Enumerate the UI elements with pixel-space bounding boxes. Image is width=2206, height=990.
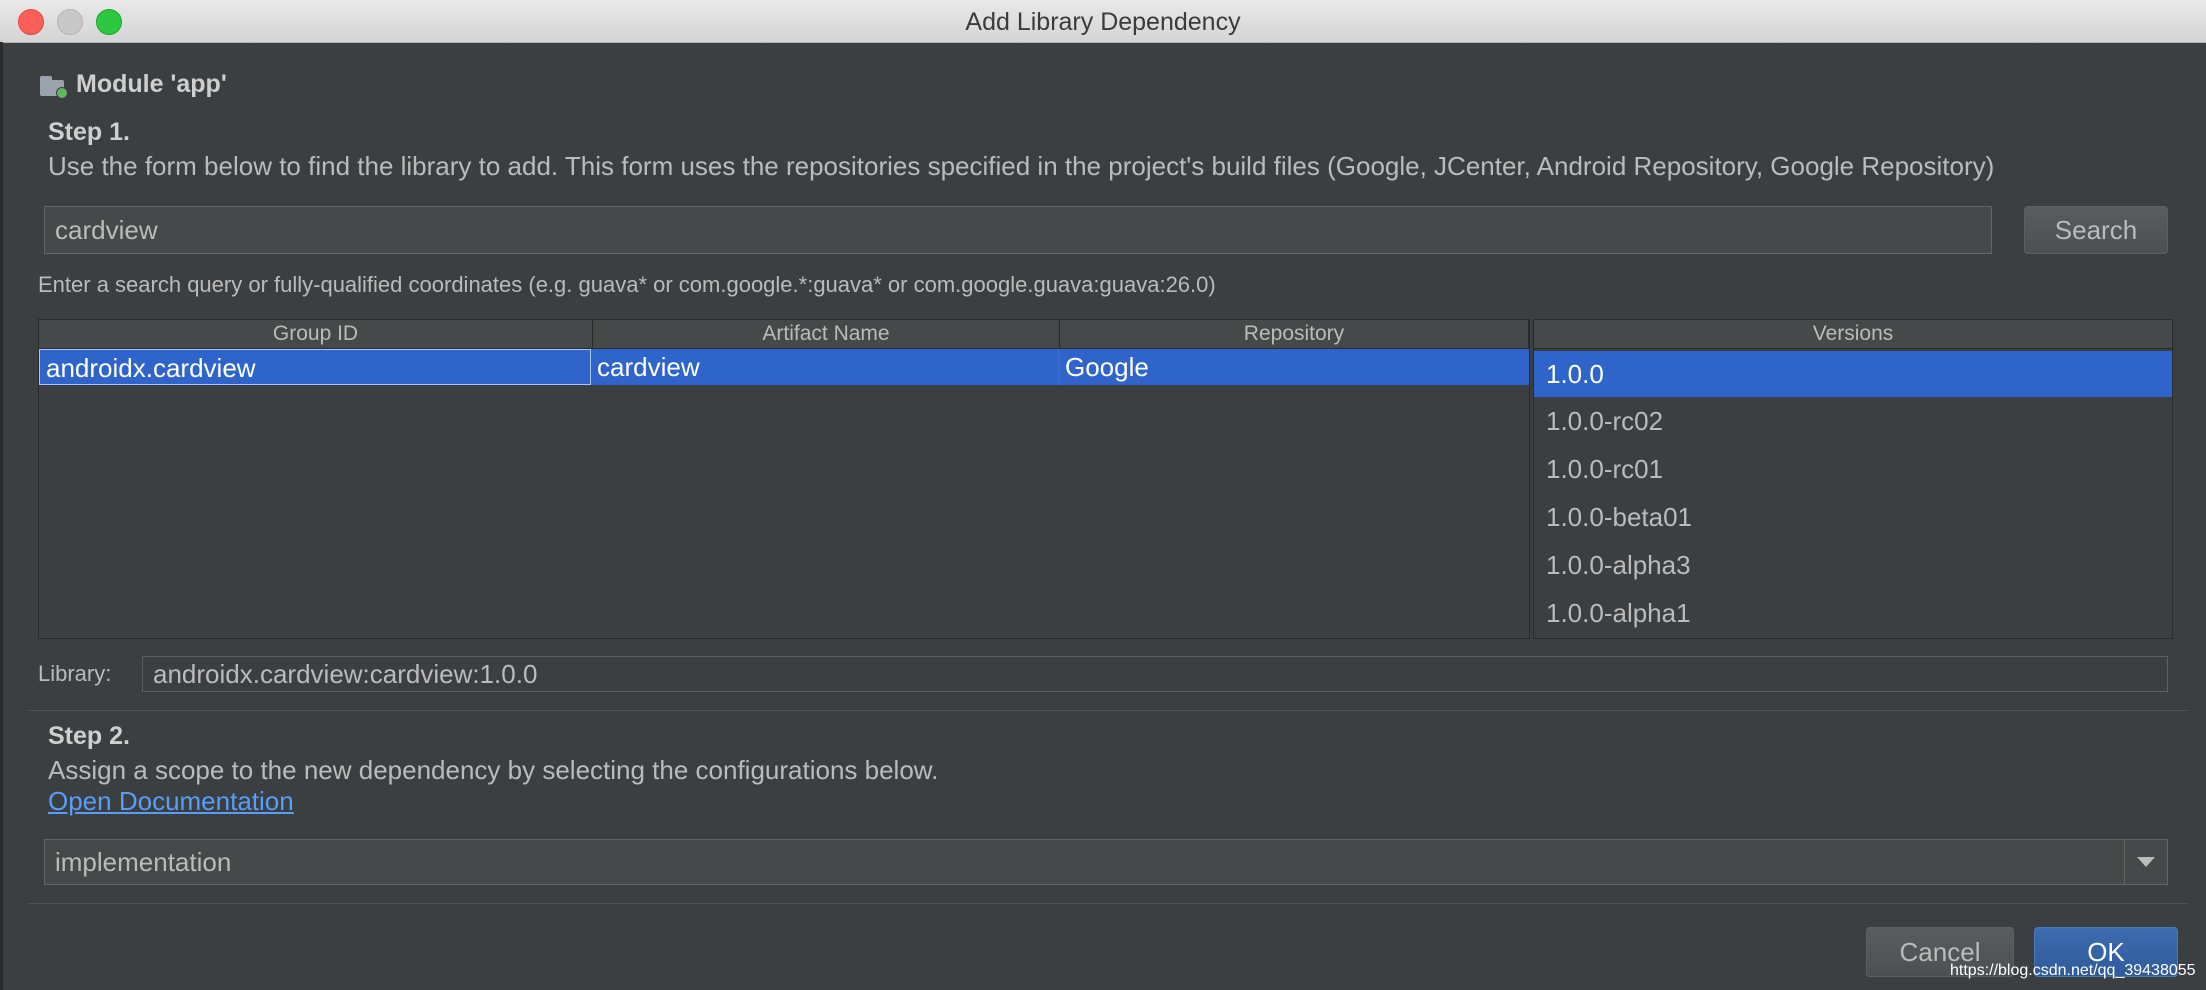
version-item[interactable]: 1.0.0-rc01 [1534, 445, 2172, 493]
search-input-value: cardview [55, 214, 158, 245]
cell-repository[interactable]: Google [1059, 349, 1529, 385]
version-item[interactable]: 1.0.0 [1534, 351, 2172, 397]
module-header: Module 'app' [40, 70, 227, 99]
search-hint: Enter a search query or fully-qualified … [38, 272, 1216, 297]
search-input[interactable]: cardview [44, 206, 1992, 254]
versions-header: Versions [1534, 320, 2172, 349]
open-documentation-link[interactable]: Open Documentation [48, 786, 294, 817]
watermark-text: https://blog.csdn.net/qq_39438055 [1950, 962, 2196, 979]
step1-heading: Step 1. [48, 118, 130, 146]
search-button[interactable]: Search [2024, 206, 2168, 254]
results-table-header: Group ID Artifact Name Repository [39, 320, 1529, 349]
version-item[interactable]: 1.0.0-beta01 [1534, 493, 2172, 541]
chevron-down-icon[interactable] [2124, 840, 2167, 884]
cell-artifact-name[interactable]: cardview [591, 349, 1059, 385]
divider [28, 903, 2188, 904]
step1-description: Use the form below to find the library t… [48, 151, 1995, 181]
column-header-artifact-name[interactable]: Artifact Name [593, 320, 1060, 348]
version-item[interactable]: 1.0.0-alpha1 [1534, 589, 2172, 637]
window-titlebar: Add Library Dependency [0, 0, 2206, 43]
divider [28, 710, 2188, 711]
version-item[interactable]: 1.0.0-rc02 [1534, 397, 2172, 445]
column-header-repository[interactable]: Repository [1060, 320, 1529, 348]
version-item[interactable]: 1.0.0-alpha3 [1534, 541, 2172, 589]
library-coordinates-field[interactable]: androidx.cardview:cardview:1.0.0 [142, 656, 2168, 692]
library-label: Library: [38, 661, 112, 686]
left-edge [0, 42, 3, 990]
scope-dropdown-value: implementation [55, 846, 232, 877]
scope-dropdown[interactable]: implementation [44, 839, 2168, 885]
window-title: Add Library Dependency [965, 8, 1241, 36]
table-row[interactable]: androidx.cardview cardview Google [39, 349, 1529, 385]
library-coordinates-value: androidx.cardview:cardview:1.0.0 [153, 658, 538, 689]
step2-heading: Step 2. [48, 722, 130, 750]
step2-description: Assign a scope to the new dependency by … [48, 755, 939, 785]
module-label: Module 'app' [76, 70, 227, 98]
versions-list: Versions 1.0.0 1.0.0-rc02 1.0.0-rc01 1.0… [1533, 319, 2173, 639]
cell-group-id[interactable]: androidx.cardview [39, 349, 591, 385]
module-folder-icon [40, 74, 68, 99]
results-table: Group ID Artifact Name Repository androi… [38, 319, 1530, 639]
column-header-group-id[interactable]: Group ID [39, 320, 593, 348]
